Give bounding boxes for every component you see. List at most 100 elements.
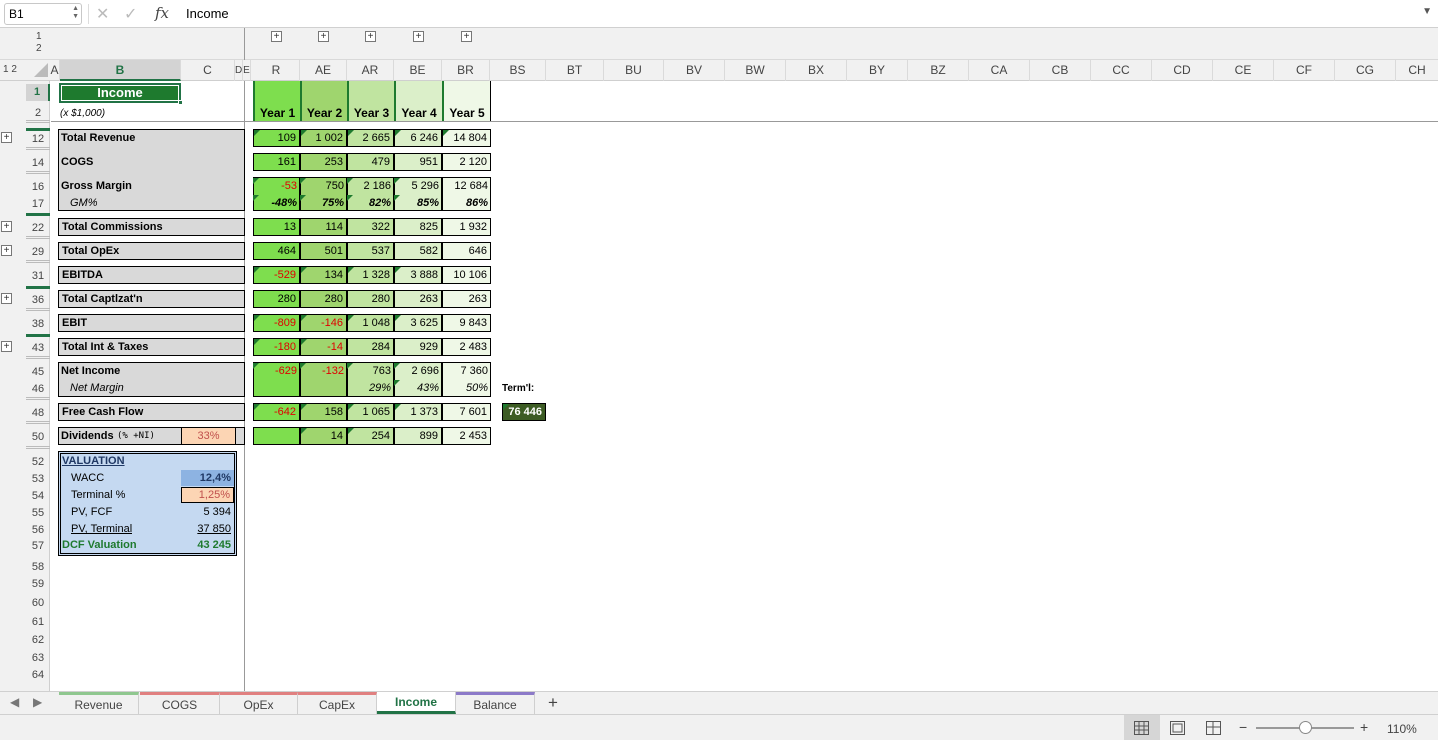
confirm-icon[interactable]: ✓ — [124, 4, 137, 24]
value-cell[interactable]: 763 — [347, 363, 394, 379]
value-cell[interactable]: 2 665 — [347, 129, 394, 147]
value-cell[interactable]: 86% — [442, 195, 491, 211]
value-cell[interactable]: 1 328 — [347, 266, 394, 284]
row-label[interactable]: Net Margin — [70, 382, 124, 394]
value-cell[interactable]: 10 106 — [442, 266, 491, 284]
expand-row-group-icon[interactable]: + — [1, 341, 12, 352]
zoom-out-button[interactable]: − — [1239, 719, 1247, 735]
expand-group-icon[interactable]: + — [461, 31, 472, 42]
valuation-value[interactable]: 37 850 — [181, 523, 234, 535]
value-cell[interactable]: 7 601 — [442, 403, 491, 421]
col-header-BX[interactable]: BX — [786, 60, 847, 81]
value-cell[interactable]: 5 296 — [394, 178, 442, 194]
function-icon[interactable]: fx — [155, 4, 169, 22]
value-cell[interactable]: 951 — [394, 153, 442, 171]
row-header-2[interactable]: 2 — [26, 107, 50, 119]
col-header-R[interactable]: R — [253, 60, 300, 81]
value-cell[interactable]: -529 — [253, 266, 300, 284]
col-header-CF[interactable]: CF — [1274, 60, 1335, 81]
expand-group-icon[interactable]: + — [271, 31, 282, 42]
row-label[interactable]: EBIT — [58, 314, 245, 332]
scroll-right-icon[interactable]: ▶ — [33, 695, 42, 709]
value-cell[interactable]: 537 — [347, 242, 394, 260]
value-cell[interactable]: 280 — [300, 290, 347, 308]
value-cell[interactable]: 6 246 — [394, 129, 442, 147]
col-header-CD[interactable]: CD — [1152, 60, 1213, 81]
value-cell[interactable]: 1 048 — [347, 314, 394, 332]
row-label[interactable]: GM% — [70, 197, 98, 209]
value-cell[interactable]: -146 — [300, 314, 347, 332]
valuation-value[interactable]: 43 245 — [181, 539, 234, 551]
year-header[interactable]: Year 1 — [253, 81, 300, 121]
value-cell[interactable]: 9 843 — [442, 314, 491, 332]
formula-input[interactable]: Income — [186, 6, 229, 21]
row-header-63[interactable]: 63 — [26, 652, 50, 664]
row-header-14[interactable]: 14 — [26, 157, 50, 169]
value-cell[interactable]: 825 — [394, 218, 442, 236]
name-box[interactable]: B1 ▲ ▼ — [4, 3, 82, 25]
row-label[interactable]: Free Cash Flow — [58, 403, 245, 421]
value-cell[interactable]: 646 — [442, 242, 491, 260]
col-header-BU[interactable]: BU — [604, 60, 664, 81]
col-header-BE[interactable]: BE — [394, 60, 442, 81]
row-header-31[interactable]: 31 — [26, 270, 50, 282]
value-cell[interactable]: 43% — [394, 380, 442, 396]
row-outline-levels[interactable]: 1 2 — [3, 64, 17, 75]
row-header-57[interactable]: 57 — [26, 540, 50, 552]
year-header[interactable]: Year 5 — [442, 81, 491, 121]
value-cell[interactable]: 582 — [394, 242, 442, 260]
expand-row-group-icon[interactable]: + — [1, 221, 12, 232]
row-label[interactable]: Total OpEx — [58, 242, 245, 260]
row-header-36[interactable]: 36 — [26, 294, 50, 306]
row-label[interactable]: Total Captlzat'n — [58, 290, 245, 308]
value-cell[interactable]: 82% — [347, 195, 394, 211]
row-header-17[interactable]: 17 — [26, 198, 50, 210]
col-header-C[interactable]: C — [181, 60, 235, 81]
col-header-D[interactable]: D — [235, 60, 243, 81]
tab-income[interactable]: Income — [377, 692, 456, 714]
col-header-B[interactable]: B — [60, 60, 181, 81]
row-header-61[interactable]: 61 — [26, 616, 50, 628]
value-cell[interactable]: 263 — [394, 290, 442, 308]
col-header-BZ[interactable]: BZ — [908, 60, 969, 81]
scroll-left-icon[interactable]: ◀ — [10, 695, 19, 709]
col-header-BV[interactable]: BV — [664, 60, 725, 81]
terminal-label[interactable]: Term'l: — [502, 383, 534, 394]
row-header-46[interactable]: 46 — [26, 383, 50, 395]
value-cell[interactable]: 161 — [253, 153, 300, 171]
value-cell[interactable]: 464 — [253, 242, 300, 260]
col-header-CB[interactable]: CB — [1030, 60, 1091, 81]
value-cell[interactable]: 322 — [347, 218, 394, 236]
value-cell[interactable]: 2 453 — [442, 427, 491, 445]
expand-group-icon[interactable]: + — [318, 31, 329, 42]
expand-group-icon[interactable]: + — [413, 31, 424, 42]
value-cell[interactable]: 1 373 — [394, 403, 442, 421]
col-header-BS[interactable]: BS — [490, 60, 546, 81]
value-cell[interactable]: 114 — [300, 218, 347, 236]
row-header-12[interactable]: 12 — [26, 133, 50, 145]
value-cell[interactable]: 13 — [253, 218, 300, 236]
row-header-55[interactable]: 55 — [26, 507, 50, 519]
value-cell[interactable]: -642 — [253, 403, 300, 421]
value-cell[interactable]: 2 483 — [442, 338, 491, 356]
value-cell[interactable]: 50% — [442, 380, 491, 396]
value-cell[interactable]: 1 002 — [300, 129, 347, 147]
value-cell[interactable]: -53 — [253, 178, 300, 194]
col-header-CG[interactable]: CG — [1335, 60, 1396, 81]
col-header-E[interactable]: E — [243, 60, 251, 81]
value-cell[interactable]: 1 932 — [442, 218, 491, 236]
row-label[interactable]: Total Commissions — [58, 218, 245, 236]
tab-cogs[interactable]: COGS — [140, 692, 220, 714]
row-header-52[interactable]: 52 — [26, 456, 50, 468]
row-header-45[interactable]: 45 — [26, 366, 50, 378]
valuation-title[interactable]: VALUATION — [62, 455, 125, 467]
col-header-CE[interactable]: CE — [1213, 60, 1274, 81]
value-cell[interactable]: 1 065 — [347, 403, 394, 421]
year-header[interactable]: Year 4 — [394, 81, 442, 121]
select-all-icon[interactable] — [34, 63, 48, 77]
value-cell[interactable]: 14 804 — [442, 129, 491, 147]
add-sheet-button[interactable]: + — [548, 693, 558, 713]
value-cell[interactable]: 2 120 — [442, 153, 491, 171]
row-label[interactable]: EBITDA — [58, 266, 245, 284]
row-header-62[interactable]: 62 — [26, 634, 50, 646]
